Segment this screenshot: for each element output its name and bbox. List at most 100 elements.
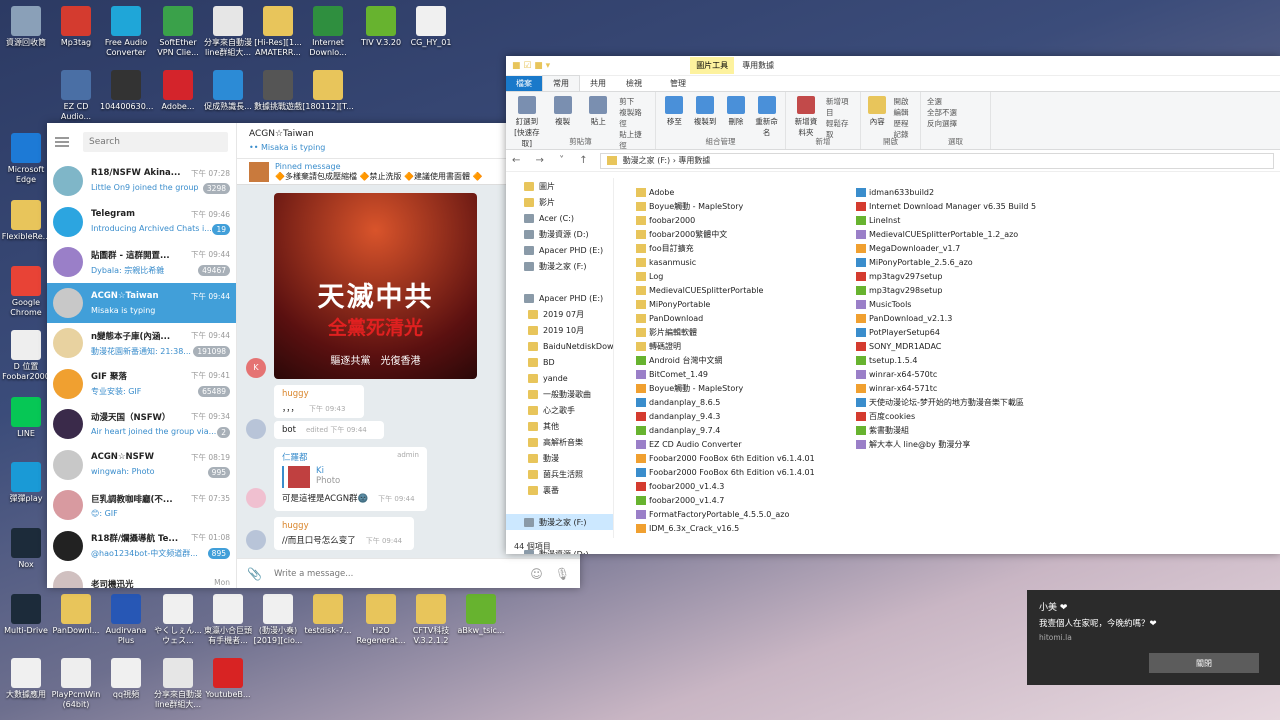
desktop-icon[interactable]: Mp3tag: [50, 6, 102, 48]
message-bubble[interactable]: huggy //而且口号怎么变了 下午 09:44: [274, 517, 414, 550]
nav-item[interactable]: 2019 07月: [506, 306, 613, 322]
message-bubble[interactable]: huggy ，，， 下午 09:43: [274, 385, 364, 418]
nav-item[interactable]: Apacer PHD (E:): [506, 242, 613, 258]
file-item[interactable]: dandanplay_9.7.4: [636, 423, 815, 437]
file-item[interactable]: BitComet_1.49: [636, 367, 815, 381]
nav-item[interactable]: 心之歌手: [506, 402, 613, 418]
file-item[interactable]: mp3tagv297setup: [856, 269, 1036, 283]
ribbon-small-button[interactable]: 開啟: [894, 96, 915, 107]
chat-list-item[interactable]: 貼圖群 - 這群開置... 下午 09:44 Dybala: 宗親比希雜 49467: [47, 242, 236, 283]
ribbon-small-button[interactable]: 反向選擇: [927, 118, 957, 129]
ribbon-small-button[interactable]: 新增項目: [826, 96, 854, 118]
file-item[interactable]: foobar2000: [636, 213, 815, 227]
desktop-icon[interactable]: 分享來自動漫 line群組大...: [202, 6, 254, 58]
file-item[interactable]: 百度cookies: [856, 409, 1036, 423]
file-item[interactable]: PanDownload: [636, 311, 815, 325]
path-field[interactable]: 動漫之家 (F:) › 專用數據: [599, 152, 1274, 169]
file-item[interactable]: Android 台灣中文網: [636, 353, 815, 367]
chat-list-item[interactable]: n變態本子庫(內涵... 下午 09:44 動漫花園新番通知: 21:38... 19…: [47, 323, 236, 364]
file-item[interactable]: Internet Download Manager v6.35 Build 5: [856, 199, 1036, 213]
chat-list-item[interactable]: 老司機迅光 Mon: [47, 566, 236, 588]
ribbon-small-button[interactable]: 編輯: [894, 107, 915, 118]
file-item[interactable]: Boyue觸動 - MapleStory: [636, 199, 815, 213]
desktop-icon[interactable]: Nox: [0, 528, 52, 570]
file-item[interactable]: foobar2000_v1.4.7: [636, 493, 815, 507]
file-item[interactable]: dandanplay_9.4.3: [636, 409, 815, 423]
ribbon-small-button[interactable]: 全部不選: [927, 107, 957, 118]
file-item[interactable]: dandanplay_8.6.5: [636, 395, 815, 409]
desktop-icon[interactable]: PanDownl...: [50, 594, 102, 636]
tab-file[interactable]: 檔案: [506, 76, 542, 91]
desktop-icon[interactable]: FlexibleRe...: [0, 200, 52, 242]
file-item[interactable]: EZ CD Audio Converter: [636, 437, 815, 451]
desktop-icon[interactable]: Internet Downlo...: [302, 6, 354, 58]
chat-list-item[interactable]: 动漫天国（NSFW） 下午 09:34 Air heart joined the g…: [47, 404, 236, 445]
nav-item[interactable]: 動漫之家 (F:): [506, 514, 613, 530]
desktop-icon[interactable]: Multi-Drive: [0, 594, 52, 636]
nav-item[interactable]: 高解析音樂: [506, 434, 613, 450]
desktop-icon[interactable]: CFTV科技 V.3.2.1.2: [405, 594, 457, 646]
chat-list-item[interactable]: ACGN☆Taiwan 下午 09:44 Misaka is typing: [47, 282, 236, 323]
sender-avatar[interactable]: [246, 530, 266, 550]
sender-avatar[interactable]: K: [246, 358, 266, 378]
desktop-icon[interactable]: aBkw_tsic...: [455, 594, 507, 636]
desktop-icon[interactable]: SoftEther VPN Clie...: [152, 6, 204, 58]
file-item[interactable]: MiPonyPortable: [636, 297, 815, 311]
ribbon-small-button[interactable]: 複製路徑: [619, 107, 649, 129]
chat-list-item[interactable]: Telegram 下午 09:46 Introducing Archived Cha…: [47, 202, 236, 243]
desktop-icon[interactable]: やくしぇん... ウェス...: [152, 594, 204, 646]
desktop-icon[interactable]: YoutubeB...: [202, 658, 254, 700]
nav-item[interactable]: 影片: [506, 194, 613, 210]
desktop-icon[interactable]: testdisk-7...: [302, 594, 354, 636]
file-item[interactable]: FormatFactoryPortable_4.5.5.0_azo: [636, 507, 815, 521]
sender-avatar[interactable]: [246, 419, 266, 439]
desktop-icon[interactable]: 東瀛小合巨頭 有手機者...: [202, 594, 254, 646]
sender-avatar[interactable]: [246, 488, 266, 508]
file-item[interactable]: winrar-x64-570tc: [856, 367, 1036, 381]
desktop-icon[interactable]: [Hi-Res][1... AMATERR...: [252, 6, 304, 58]
emoji-icon[interactable]: ☺: [530, 567, 543, 581]
message-bubble[interactable]: 仁羅都 admin Ki Photo 可是這裡是ACGN群🌚 下午 09:44: [274, 447, 427, 511]
desktop-icon[interactable]: 大數據應用: [0, 658, 52, 700]
desktop-icon[interactable]: 彈彈play: [0, 462, 52, 504]
desktop-icon[interactable]: (動漫小奏) [2019][cio...: [252, 594, 304, 646]
nav-item[interactable]: BD: [506, 354, 613, 370]
file-item[interactable]: MiPonyPortable_2.5.6_azo: [856, 255, 1036, 269]
file-item[interactable]: 影片編輯軟體: [636, 325, 815, 339]
desktop-icon[interactable]: D 位置 Foobar2000: [0, 330, 52, 382]
desktop-icon[interactable]: [180112][T...: [302, 70, 354, 112]
nav-item[interactable]: 動漫之家 (F:): [506, 258, 613, 274]
ribbon-small-button[interactable]: 全選: [927, 96, 957, 107]
photo-message[interactable]: 天滅中共 全黨死清光 驅逐共黨 光復香港: [274, 193, 477, 379]
notification-toast[interactable]: 小美 ❤ 我壹個人在家呢，今晚約嗎？❤ hitomi.la 關閉: [1027, 590, 1280, 685]
nav-item[interactable]: 其他: [506, 418, 613, 434]
file-item[interactable]: Foobar2000 FooBox 6th Edition v6.1.4.01: [636, 465, 815, 479]
file-item[interactable]: foobar2000_v1.4.3: [636, 479, 815, 493]
desktop-icon[interactable]: PlayPcmWin (64bit): [50, 658, 102, 710]
file-item[interactable]: MegaDownloader_v1.7: [856, 241, 1036, 255]
attach-icon[interactable]: 📎: [247, 567, 262, 581]
file-item[interactable]: SONY_MDR1ADAC: [856, 339, 1036, 353]
file-item[interactable]: LineInst: [856, 213, 1036, 227]
nav-item[interactable]: yande: [506, 370, 613, 386]
close-button[interactable]: 關閉: [1149, 653, 1259, 673]
file-item[interactable]: MedievalCUESplitterPortable: [636, 283, 815, 297]
file-item[interactable]: Boyue觸動 - MapleStory: [636, 381, 815, 395]
file-item[interactable]: foobar2000繁體中文: [636, 227, 815, 241]
tab-manage[interactable]: 管理: [660, 76, 696, 91]
tab-share[interactable]: 共用: [580, 76, 616, 91]
nav-item[interactable]: Acer (C:): [506, 210, 613, 226]
desktop-icon[interactable]: Adobe...: [152, 70, 204, 112]
file-item[interactable]: MedievalCUESplitterPortable_1.2_azo: [856, 227, 1036, 241]
nav-item[interactable]: 菌兵生活照: [506, 466, 613, 482]
file-item[interactable]: idman633build2: [856, 185, 1036, 199]
desktop-icon[interactable]: Free Audio Converter: [100, 6, 152, 58]
menu-icon[interactable]: [55, 137, 69, 147]
search-input[interactable]: [83, 132, 228, 152]
file-item[interactable]: Adobe: [636, 185, 815, 199]
file-item[interactable]: MusicTools: [856, 297, 1036, 311]
navigation-buttons[interactable]: ← → ˅ ↑: [512, 155, 594, 166]
file-item[interactable]: Log: [636, 269, 815, 283]
file-item[interactable]: PanDownload_v2.1.3: [856, 311, 1036, 325]
chat-list-item[interactable]: R18群/爛攝導航 Te... 下午 01:08 @hao1234bot-中文频道群…: [47, 526, 236, 567]
